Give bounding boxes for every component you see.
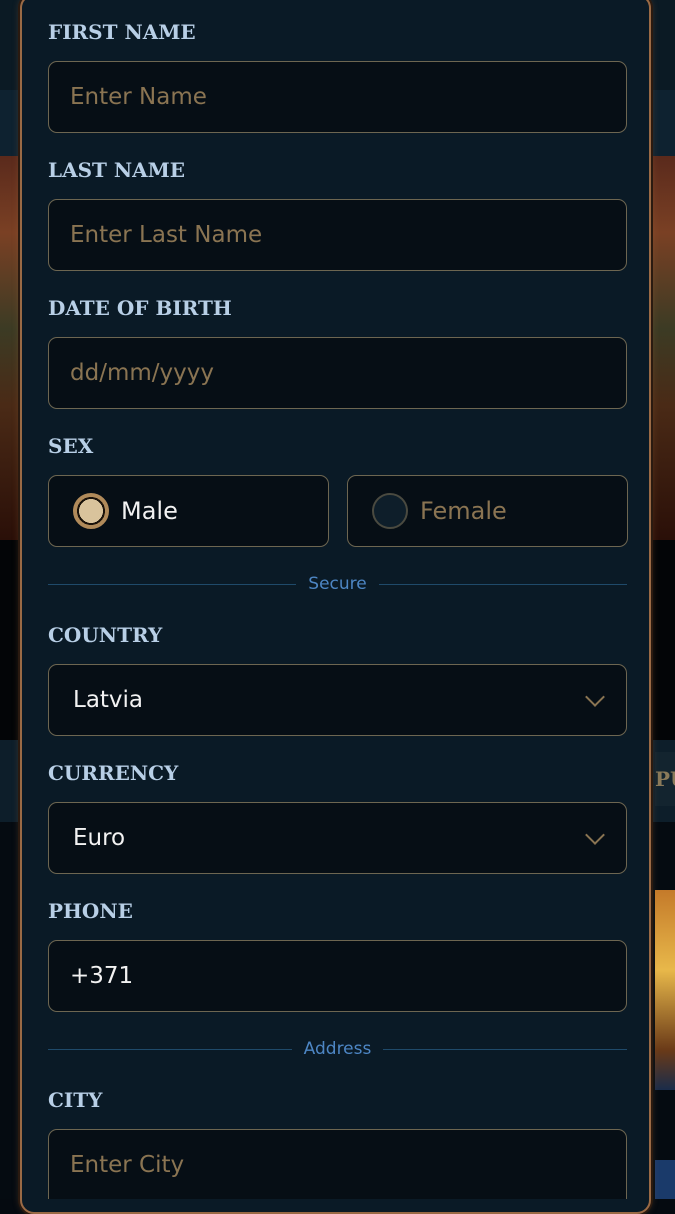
radio-unselected-icon[interactable]	[372, 493, 408, 529]
last-name-placeholder: Enter Last Name	[70, 222, 263, 248]
phone-input[interactable]: +371	[48, 940, 627, 1012]
phone-value: +371	[70, 963, 134, 989]
currency-select[interactable]: Euro	[48, 802, 627, 874]
chevron-down-icon	[585, 825, 605, 845]
country-value: Latvia	[73, 687, 144, 713]
secure-divider-text: Secure	[308, 574, 367, 594]
phone-label: PHONE	[48, 899, 133, 923]
date-of-birth-placeholder: dd/mm/yyyy	[70, 360, 214, 386]
sex-option-male-label: Male	[121, 497, 178, 525]
chevron-down-icon	[585, 687, 605, 707]
city-label: CITY	[48, 1088, 103, 1112]
divider-line	[383, 1048, 628, 1050]
last-name-input[interactable]: Enter Last Name	[48, 199, 627, 271]
sex-option-male[interactable]: Male	[48, 475, 329, 547]
city-placeholder: Enter City	[70, 1151, 185, 1178]
country-label: COUNTRY	[48, 623, 163, 647]
registration-modal	[20, 0, 651, 1214]
background-game-tile	[655, 1160, 675, 1199]
divider-line	[48, 583, 297, 585]
divider-line	[48, 1048, 292, 1050]
sex-option-female[interactable]: Female	[347, 475, 628, 547]
last-name-label: LAST NAME	[48, 158, 186, 182]
background-section-title: PU	[655, 752, 675, 806]
date-of-birth-label: DATE OF BIRTH	[48, 296, 232, 320]
radio-selected-icon[interactable]	[73, 493, 109, 529]
first-name-placeholder: Enter Name	[70, 84, 207, 110]
background-game-tile	[655, 890, 675, 1090]
currency-label: CURRENCY	[48, 761, 179, 785]
secure-divider: Secure	[48, 574, 628, 594]
divider-line	[378, 583, 628, 585]
sex-label: SEX	[48, 434, 94, 458]
country-select[interactable]: Latvia	[48, 664, 627, 736]
date-of-birth-input[interactable]: dd/mm/yyyy	[48, 337, 627, 409]
first-name-input[interactable]: Enter Name	[48, 61, 627, 133]
first-name-label: FIRST NAME	[48, 20, 196, 44]
address-divider: Address	[48, 1039, 628, 1059]
city-input[interactable]: Enter City	[48, 1129, 627, 1199]
sex-option-female-label: Female	[420, 497, 507, 525]
currency-value: Euro	[73, 825, 126, 851]
address-divider-text: Address	[303, 1039, 372, 1059]
